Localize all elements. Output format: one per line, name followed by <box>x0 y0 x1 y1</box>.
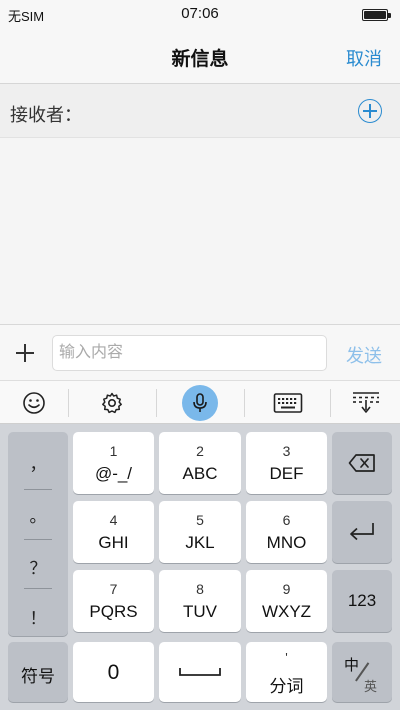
keyboard-icon <box>273 393 303 413</box>
toolbar-divider <box>244 389 245 417</box>
key-7[interactable]: 7 PQRS <box>73 570 154 632</box>
voice-input-button[interactable] <box>166 381 234 425</box>
key-6[interactable]: 6 MNO <box>246 501 327 563</box>
send-button[interactable]: 发送 <box>346 342 382 368</box>
key-0-label: 0 <box>107 661 120 684</box>
numbers-key-label: 123 <box>347 591 377 610</box>
battery-icon <box>362 9 391 21</box>
punctuation-divider <box>24 539 52 540</box>
key-number: 6 <box>282 512 291 528</box>
key-9[interactable]: 9 WXYZ <box>246 570 327 632</box>
key-8[interactable]: 8 TUV <box>159 570 241 632</box>
key-letters: DEF <box>269 464 304 483</box>
enter-icon <box>350 523 374 541</box>
key-letters: @-_/ <box>94 464 133 483</box>
punctuation-divider <box>24 588 52 589</box>
status-bar: 无SIM 07:06 <box>0 0 400 28</box>
keyboard-switch-button[interactable] <box>254 381 322 425</box>
space-key[interactable] <box>159 642 241 702</box>
emoji-button[interactable] <box>0 381 68 425</box>
key-number: 9 <box>282 581 291 597</box>
cancel-button[interactable]: 取消 <box>346 45 382 71</box>
key-number: 8 <box>196 581 204 597</box>
message-input[interactable] <box>52 335 327 371</box>
key-letters: GHI <box>98 533 129 552</box>
keyboard-toolbar <box>0 380 400 424</box>
segment-key[interactable]: ' 分词 <box>246 642 327 702</box>
message-thread-area <box>0 138 400 324</box>
enter-key[interactable] <box>332 501 392 563</box>
compose-bar: 发送 <box>0 324 400 380</box>
toolbar-divider <box>68 389 69 417</box>
backspace-key[interactable] <box>332 432 392 494</box>
key-letters: ABC <box>182 464 218 483</box>
key-3[interactable]: 3 DEF <box>246 432 327 494</box>
hide-keyboard-button[interactable] <box>332 381 400 425</box>
microphone-icon <box>193 393 207 412</box>
space-icon <box>179 668 221 676</box>
lang-en-label: 英 <box>364 679 378 694</box>
punctuation-period[interactable]: 。 <box>8 502 68 527</box>
punctuation-divider <box>24 489 52 490</box>
key-2[interactable]: 2 ABC <box>159 432 241 494</box>
key-letters: WXYZ <box>261 602 312 621</box>
key-5[interactable]: 5 JKL <box>159 501 241 563</box>
recipient-label: 接收者： <box>10 105 82 125</box>
key-number: 3 <box>282 443 291 459</box>
toolbar-divider <box>156 389 157 417</box>
language-switch-key[interactable]: 中 英 <box>332 642 392 702</box>
toolbar-divider <box>330 389 331 417</box>
key-letters: PQRS <box>89 602 138 621</box>
key-number: 5 <box>196 512 204 528</box>
apostrophe-label: ' <box>285 650 288 665</box>
key-0[interactable]: 0 <box>73 642 154 702</box>
numbers-key[interactable]: 123 <box>332 570 392 632</box>
symbols-key[interactable]: 符号 <box>8 642 68 702</box>
backspace-icon <box>348 454 375 472</box>
key-number: 4 <box>109 512 118 528</box>
key-letters: TUV <box>183 602 217 621</box>
key-number: 7 <box>109 581 118 597</box>
page-title: 新信息 <box>171 49 229 70</box>
emoji-icon <box>23 392 45 414</box>
punctuation-exclamation[interactable]: ！ <box>8 604 68 629</box>
nav-bar: 新信息 取消 <box>0 28 400 84</box>
key-4[interactable]: 4 GHI <box>73 501 154 563</box>
clock: 07:06 <box>181 5 219 22</box>
keyboard: ， 。 ？ ！ 1 @-_/ 2 ABC 3 DEF 4 GHI 5 JKL 6… <box>0 424 400 710</box>
key-number: 1 <box>109 443 118 459</box>
punctuation-column: ， 。 ？ ！ <box>8 432 68 636</box>
symbols-key-label: 符号 <box>21 667 55 686</box>
key-letters: MNO <box>266 533 307 552</box>
punctuation-question[interactable]: ？ <box>8 554 68 579</box>
hide-keyboard-icon <box>353 392 379 413</box>
add-contact-icon[interactable] <box>358 99 382 123</box>
key-1[interactable]: 1 @-_/ <box>73 432 154 494</box>
settings-button[interactable] <box>78 381 146 425</box>
lang-zh-label: 中 <box>344 657 360 674</box>
recipient-row[interactable]: 接收者： <box>0 84 400 138</box>
settings-icon <box>102 392 122 414</box>
segment-key-label: 分词 <box>269 677 304 696</box>
key-number: 2 <box>196 443 204 459</box>
punctuation-comma[interactable]: ， <box>8 450 68 475</box>
key-letters: JKL <box>185 533 215 552</box>
attach-plus-icon[interactable] <box>16 344 34 362</box>
